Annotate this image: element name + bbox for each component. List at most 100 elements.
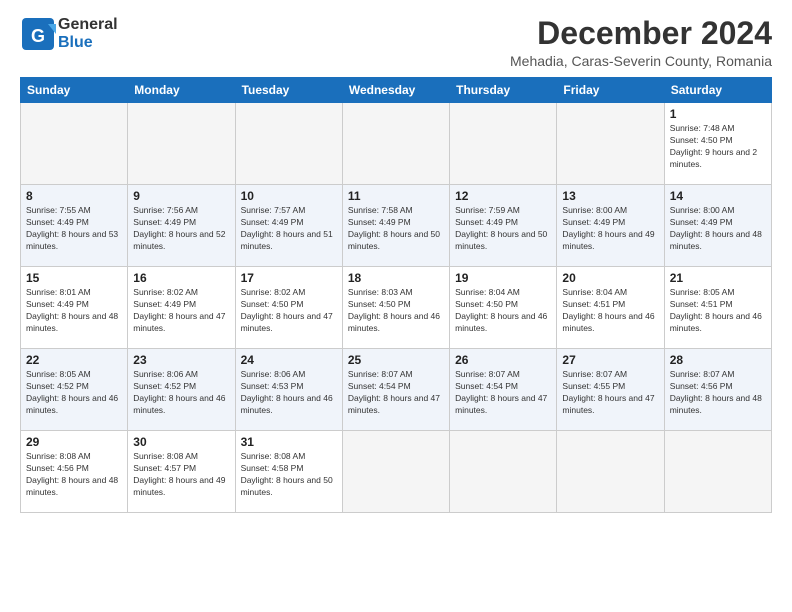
day-info: Sunrise: 8:05 AMSunset: 4:51 PMDaylight:… bbox=[670, 287, 766, 335]
table-row bbox=[664, 431, 771, 513]
table-row: 8Sunrise: 7:55 AMSunset: 4:49 PMDaylight… bbox=[21, 185, 128, 267]
day-info: Sunrise: 7:59 AMSunset: 4:49 PMDaylight:… bbox=[455, 205, 551, 253]
day-number: 11 bbox=[348, 189, 444, 203]
logo: G General Blue bbox=[20, 16, 118, 52]
table-row: 16 Sunrise: 8:02 AMSunset: 4:49 PMDayligh… bbox=[128, 267, 235, 349]
day-number: 28 bbox=[670, 353, 766, 367]
table-row bbox=[557, 431, 664, 513]
day-number: 31 bbox=[241, 435, 337, 449]
table-row: 11 Sunrise: 7:58 AMSunset: 4:49 PMDayligh… bbox=[342, 185, 449, 267]
day-number: 24 bbox=[241, 353, 337, 367]
table-row: 23 Sunrise: 8:06 AMSunset: 4:52 PMDayligh… bbox=[128, 349, 235, 431]
table-row: 1 Sunrise: 7:48 AMSunset: 4:50 PMDaylight… bbox=[664, 103, 771, 185]
title-area: December 2024 Mehadia, Caras-Severin Cou… bbox=[510, 16, 772, 69]
table-row: 26 Sunrise: 8:07 AMSunset: 4:54 PMDayligh… bbox=[450, 349, 557, 431]
calendar-week-row: 22Sunrise: 8:05 AMSunset: 4:52 PMDayligh… bbox=[21, 349, 772, 431]
day-info: Sunrise: 8:08 AMSunset: 4:58 PMDaylight:… bbox=[241, 451, 337, 499]
day-number: 12 bbox=[455, 189, 551, 203]
day-number: 29 bbox=[26, 435, 122, 449]
col-friday: Friday bbox=[557, 78, 664, 103]
day-info: Sunrise: 8:04 AMSunset: 4:50 PMDaylight:… bbox=[455, 287, 551, 335]
table-row bbox=[450, 103, 557, 185]
day-number: 19 bbox=[455, 271, 551, 285]
day-number: 14 bbox=[670, 189, 766, 203]
table-row: 21 Sunrise: 8:05 AMSunset: 4:51 PMDayligh… bbox=[664, 267, 771, 349]
col-tuesday: Tuesday bbox=[235, 78, 342, 103]
svg-text:G: G bbox=[31, 26, 45, 46]
day-number: 30 bbox=[133, 435, 229, 449]
day-number: 27 bbox=[562, 353, 658, 367]
col-sunday: Sunday bbox=[21, 78, 128, 103]
day-number: 20 bbox=[562, 271, 658, 285]
day-info: Sunrise: 8:07 AMSunset: 4:56 PMDaylight:… bbox=[670, 369, 766, 417]
day-info: Sunrise: 8:00 AMSunset: 4:49 PMDaylight:… bbox=[562, 205, 658, 253]
table-row: 30 Sunrise: 8:08 AMSunset: 4:57 PMDayligh… bbox=[128, 431, 235, 513]
day-info: Sunrise: 7:56 AMSunset: 4:49 PMDaylight:… bbox=[133, 205, 229, 253]
table-row: 25 Sunrise: 8:07 AMSunset: 4:54 PMDayligh… bbox=[342, 349, 449, 431]
day-number: 17 bbox=[241, 271, 337, 285]
day-info: Sunrise: 8:07 AMSunset: 4:54 PMDaylight:… bbox=[455, 369, 551, 417]
calendar-header-row: Sunday Monday Tuesday Wednesday Thursday… bbox=[21, 78, 772, 103]
table-row bbox=[235, 103, 342, 185]
calendar-week-row: 29 Sunrise: 8:08 AMSunset: 4:56 PMDayligh… bbox=[21, 431, 772, 513]
day-info: Sunrise: 7:55 AMSunset: 4:49 PMDaylight:… bbox=[26, 205, 122, 253]
table-row bbox=[342, 103, 449, 185]
col-monday: Monday bbox=[128, 78, 235, 103]
day-number: 26 bbox=[455, 353, 551, 367]
table-row: 10Sunrise: 7:57 AMSunset: 4:49 PMDayligh… bbox=[235, 185, 342, 267]
day-info: Sunrise: 8:06 AMSunset: 4:52 PMDaylight:… bbox=[133, 369, 229, 417]
day-info: Sunrise: 8:02 AMSunset: 4:50 PMDaylight:… bbox=[241, 287, 337, 335]
day-number: 1 bbox=[670, 107, 766, 121]
day-info: Sunrise: 8:00 AMSunset: 4:49 PMDaylight:… bbox=[670, 205, 766, 253]
page-header: G General Blue December 2024 Mehadia, Ca… bbox=[20, 16, 772, 69]
day-info: Sunrise: 8:08 AMSunset: 4:56 PMDaylight:… bbox=[26, 451, 122, 499]
day-number: 21 bbox=[670, 271, 766, 285]
table-row: 15 Sunrise: 8:01 AMSunset: 4:49 PMDayligh… bbox=[21, 267, 128, 349]
table-row: 31 Sunrise: 8:08 AMSunset: 4:58 PMDayligh… bbox=[235, 431, 342, 513]
day-info: Sunrise: 7:58 AMSunset: 4:49 PMDaylight:… bbox=[348, 205, 444, 253]
calendar-week-row: 8Sunrise: 7:55 AMSunset: 4:49 PMDaylight… bbox=[21, 185, 772, 267]
day-number: 16 bbox=[133, 271, 229, 285]
calendar-week-row: 15 Sunrise: 8:01 AMSunset: 4:49 PMDayligh… bbox=[21, 267, 772, 349]
day-info: Sunrise: 8:04 AMSunset: 4:51 PMDaylight:… bbox=[562, 287, 658, 335]
day-number: 15 bbox=[26, 271, 122, 285]
day-number: 10 bbox=[241, 189, 337, 203]
table-row bbox=[21, 103, 128, 185]
day-number: 23 bbox=[133, 353, 229, 367]
table-row bbox=[342, 431, 449, 513]
day-number: 18 bbox=[348, 271, 444, 285]
location: Mehadia, Caras-Severin County, Romania bbox=[510, 53, 772, 69]
day-info: Sunrise: 8:03 AMSunset: 4:50 PMDaylight:… bbox=[348, 287, 444, 335]
col-thursday: Thursday bbox=[450, 78, 557, 103]
logo-general-text: General bbox=[58, 16, 118, 34]
table-row: 14 Sunrise: 8:00 AMSunset: 4:49 PMDayligh… bbox=[664, 185, 771, 267]
day-number: 25 bbox=[348, 353, 444, 367]
table-row: 18 Sunrise: 8:03 AMSunset: 4:50 PMDayligh… bbox=[342, 267, 449, 349]
table-row: 17 Sunrise: 8:02 AMSunset: 4:50 PMDayligh… bbox=[235, 267, 342, 349]
day-info: Sunrise: 7:48 AMSunset: 4:50 PMDaylight:… bbox=[670, 123, 766, 171]
table-row: 19 Sunrise: 8:04 AMSunset: 4:50 PMDayligh… bbox=[450, 267, 557, 349]
table-row: 29 Sunrise: 8:08 AMSunset: 4:56 PMDayligh… bbox=[21, 431, 128, 513]
table-row: 22Sunrise: 8:05 AMSunset: 4:52 PMDayligh… bbox=[21, 349, 128, 431]
table-row: 20 Sunrise: 8:04 AMSunset: 4:51 PMDayligh… bbox=[557, 267, 664, 349]
table-row: 27 Sunrise: 8:07 AMSunset: 4:55 PMDayligh… bbox=[557, 349, 664, 431]
day-number: 9 bbox=[133, 189, 229, 203]
day-info: Sunrise: 8:02 AMSunset: 4:49 PMDaylight:… bbox=[133, 287, 229, 335]
day-info: Sunrise: 8:07 AMSunset: 4:54 PMDaylight:… bbox=[348, 369, 444, 417]
table-row bbox=[128, 103, 235, 185]
day-info: Sunrise: 8:05 AMSunset: 4:52 PMDaylight:… bbox=[26, 369, 122, 417]
day-number: 13 bbox=[562, 189, 658, 203]
calendar-table: Sunday Monday Tuesday Wednesday Thursday… bbox=[20, 77, 772, 513]
month-title: December 2024 bbox=[510, 16, 772, 51]
table-row: 24 Sunrise: 8:06 AMSunset: 4:53 PMDayligh… bbox=[235, 349, 342, 431]
calendar-week-row: 1 Sunrise: 7:48 AMSunset: 4:50 PMDaylight… bbox=[21, 103, 772, 185]
logo-blue-text: Blue bbox=[58, 34, 118, 52]
day-info: Sunrise: 8:07 AMSunset: 4:55 PMDaylight:… bbox=[562, 369, 658, 417]
table-row: 9 Sunrise: 7:56 AMSunset: 4:49 PMDaylight… bbox=[128, 185, 235, 267]
col-saturday: Saturday bbox=[664, 78, 771, 103]
day-info: Sunrise: 8:06 AMSunset: 4:53 PMDaylight:… bbox=[241, 369, 337, 417]
day-info: Sunrise: 8:01 AMSunset: 4:49 PMDaylight:… bbox=[26, 287, 122, 335]
table-row: 28 Sunrise: 8:07 AMSunset: 4:56 PMDayligh… bbox=[664, 349, 771, 431]
day-info: Sunrise: 8:08 AMSunset: 4:57 PMDaylight:… bbox=[133, 451, 229, 499]
logo-icon: G bbox=[20, 16, 56, 52]
